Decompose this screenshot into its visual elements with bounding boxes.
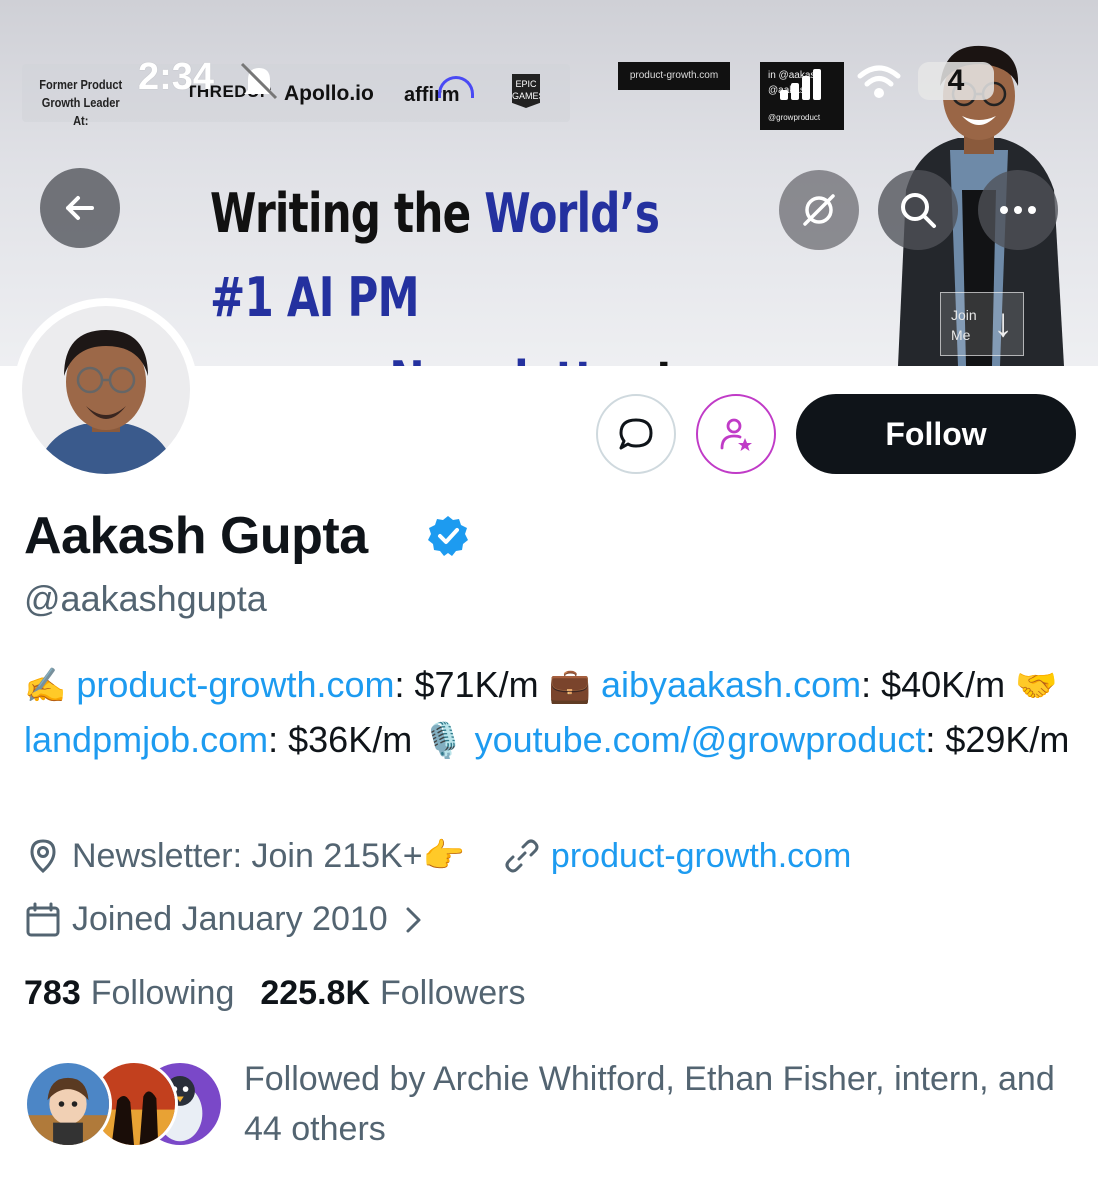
search-button[interactable]: [878, 170, 958, 250]
calendar-icon: [26, 902, 60, 936]
down-arrow-icon: ↓: [993, 301, 1013, 345]
mutual-avatar: [24, 1060, 112, 1148]
followers-stat[interactable]: 225.8K Followers: [260, 974, 525, 1013]
following-count: 783: [24, 974, 81, 1012]
subscribe-button[interactable]: [696, 394, 776, 474]
former-label: Former Product Growth Leader At:: [39, 77, 123, 128]
profile-meta-joined[interactable]: Joined January 2010: [24, 900, 428, 939]
grok-icon: [803, 194, 835, 226]
bell-slash-icon: [240, 62, 278, 100]
wifi-icon: [857, 65, 901, 98]
microphone-emoji: 🎙️: [422, 722, 465, 760]
message-icon: [619, 418, 653, 450]
follow-stats: 783 Following 225.8K Followers: [24, 974, 551, 1013]
website-link[interactable]: product-growth.com: [551, 837, 851, 876]
pointing-right-emoji: 👉: [422, 837, 465, 875]
verified-icon: [428, 516, 468, 556]
avatar-photo: [22, 306, 190, 474]
bio-text-1: : $71K/m: [394, 664, 549, 705]
headline-blue2: Newsletter: [389, 350, 642, 366]
briefcase-emoji: 💼: [548, 667, 591, 705]
bio-link-product-growth[interactable]: product-growth.com: [76, 664, 394, 705]
mutual-followers-avatars[interactable]: [24, 1060, 224, 1150]
grok-button[interactable]: [779, 170, 859, 250]
bio-link-aibyaakash[interactable]: aibyaakash.com: [601, 664, 861, 705]
followers-label: Followers: [380, 974, 526, 1012]
message-button[interactable]: [596, 394, 676, 474]
username-handle: @aakashgupta: [24, 578, 267, 619]
profile-bio: ✍️ product-growth.com: $71K/m 💼 aibyaaka…: [24, 658, 1084, 768]
display-name: Aakash Gupta: [24, 507, 368, 565]
bio-text-2: : $40K/m: [861, 664, 1016, 705]
bio-link-youtube[interactable]: youtube.com/@growproduct: [475, 719, 926, 760]
followers-count: 225.8K: [260, 974, 370, 1012]
follow-button[interactable]: Follow: [796, 394, 1076, 474]
link-icon: [505, 839, 539, 873]
social-youtube: @growproduct: [768, 113, 821, 122]
battery-indicator: 4: [918, 62, 994, 100]
former-companies-strip: Former Product Growth Leader At: THREDUP…: [22, 64, 570, 128]
status-time: 2:34: [138, 56, 215, 98]
following-label: Following: [90, 974, 235, 1012]
writing-hand-emoji: ✍️: [24, 667, 67, 705]
profile-meta-location: Newsletter: Join 215K+ 👉 product-growth.…: [24, 836, 851, 876]
location-text: Newsletter: Join 215K+: [72, 836, 423, 875]
site-badge: product-growth.com: [618, 62, 730, 90]
profile-avatar[interactable]: [14, 298, 198, 482]
banner-headline: Writing the World’s #1 AI PM Newsletter …: [210, 172, 709, 366]
more-icon: [1000, 206, 1036, 214]
back-button[interactable]: [40, 168, 120, 248]
bio-link-landpmjob[interactable]: landpmjob.com: [24, 719, 268, 760]
joined-text: Joined January 2010: [72, 900, 388, 938]
location-icon: [30, 839, 56, 874]
join-me-badge: Join Me ↓: [940, 292, 1024, 356]
headline-part1: Writing the: [210, 182, 485, 245]
chevron-right-icon: [406, 907, 421, 932]
bio-text-3: : $36K/m: [268, 719, 423, 760]
handshake-emoji: 🤝: [1015, 667, 1058, 705]
affirm-arc-icon: [438, 76, 474, 98]
back-arrow-icon: [66, 196, 94, 220]
apollo-logo: Apollo.io: [284, 82, 374, 105]
subscribe-icon: [720, 418, 752, 451]
cellular-signal-icon: [780, 69, 821, 100]
search-icon: [901, 193, 936, 228]
following-stat[interactable]: 783 Following: [24, 974, 234, 1013]
bio-text-4: : $29K/m: [925, 719, 1070, 760]
followed-by-text[interactable]: Followed by Archie Whitford, Ethan Fishe…: [244, 1054, 1064, 1154]
more-button[interactable]: [978, 170, 1058, 250]
epic-games-logo: EPIC GAMES: [512, 74, 540, 108]
